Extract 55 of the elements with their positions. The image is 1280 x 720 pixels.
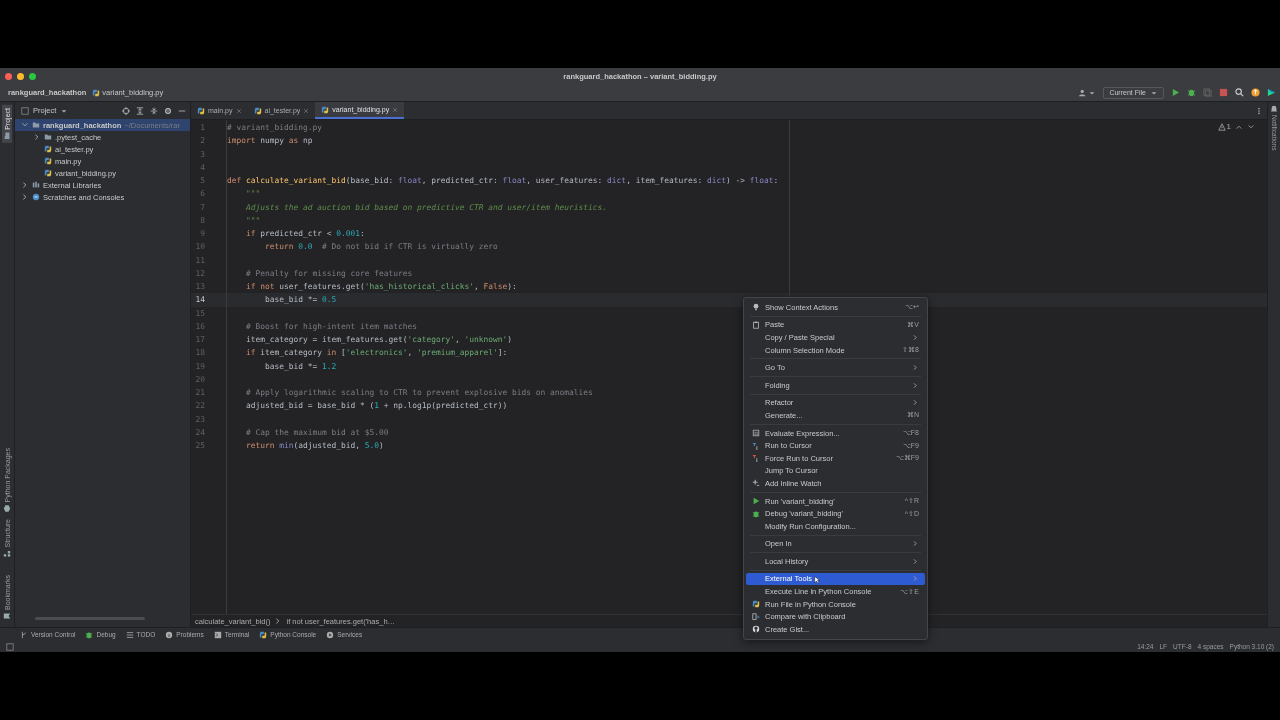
- bookmark-icon: [3, 612, 11, 620]
- square-icon[interactable]: [6, 642, 14, 651]
- close-button[interactable]: [5, 72, 12, 80]
- account-button[interactable]: [1079, 88, 1097, 97]
- python-file-icon: [321, 105, 330, 114]
- scrollbar-thumb[interactable]: [35, 617, 145, 620]
- python-file-icon: [259, 630, 268, 639]
- python-file-icon: [92, 88, 101, 97]
- structure-icon: [3, 549, 11, 557]
- folder-icon: [3, 131, 11, 140]
- plus-icon: [752, 479, 760, 488]
- python-file-icon: [752, 600, 760, 609]
- chevron-down-icon: [21, 121, 29, 129]
- expand-all-icon[interactable]: [136, 106, 144, 115]
- clipboard-icon: [752, 320, 760, 329]
- run-icon[interactable]: [1171, 88, 1180, 97]
- close-icon[interactable]: [303, 107, 310, 114]
- run-icon: [752, 497, 760, 505]
- bug-icon: [85, 630, 94, 639]
- python-file-icon: [253, 106, 262, 115]
- collapse-all-icon[interactable]: [150, 106, 158, 115]
- minimize-button[interactable]: [17, 72, 24, 80]
- branch-icon: [20, 630, 28, 639]
- chevron-right-icon: [33, 133, 41, 141]
- calculator-icon: [752, 429, 760, 438]
- package-icon: [3, 504, 11, 513]
- locate-icon[interactable]: [122, 106, 130, 115]
- settings-icon[interactable]: [164, 106, 172, 115]
- update-icon[interactable]: [1251, 88, 1260, 97]
- list-icon: [125, 630, 134, 639]
- stop-icon[interactable]: [1219, 88, 1228, 97]
- close-icon[interactable]: [392, 106, 399, 113]
- warning-icon: [1217, 122, 1226, 131]
- chevron-down-icon[interactable]: [1247, 122, 1255, 131]
- square-icon: [21, 106, 29, 115]
- search-icon[interactable]: [1235, 88, 1244, 97]
- bug-icon[interactable]: [1187, 88, 1196, 97]
- zoom-button[interactable]: [29, 72, 36, 80]
- python-file-icon: [44, 145, 52, 153]
- bell-icon: [1270, 105, 1278, 113]
- cursor-icon: [752, 441, 760, 450]
- python-file-icon: [44, 157, 52, 165]
- user-icon: [1079, 88, 1088, 97]
- python-file-icon: [44, 169, 52, 177]
- more-icon[interactable]: [1255, 106, 1263, 115]
- lightbulb-icon: [752, 303, 760, 312]
- compare-icon: [752, 612, 760, 621]
- github-icon: [752, 625, 760, 634]
- mouse-pointer-icon: [814, 574, 821, 585]
- close-icon[interactable]: [235, 107, 242, 114]
- bug-icon: [752, 509, 760, 518]
- cursor-icon: [752, 454, 760, 463]
- python-file-icon: [197, 106, 205, 115]
- bar-chart-icon: [32, 181, 40, 189]
- logo-icon[interactable]: [1267, 88, 1276, 97]
